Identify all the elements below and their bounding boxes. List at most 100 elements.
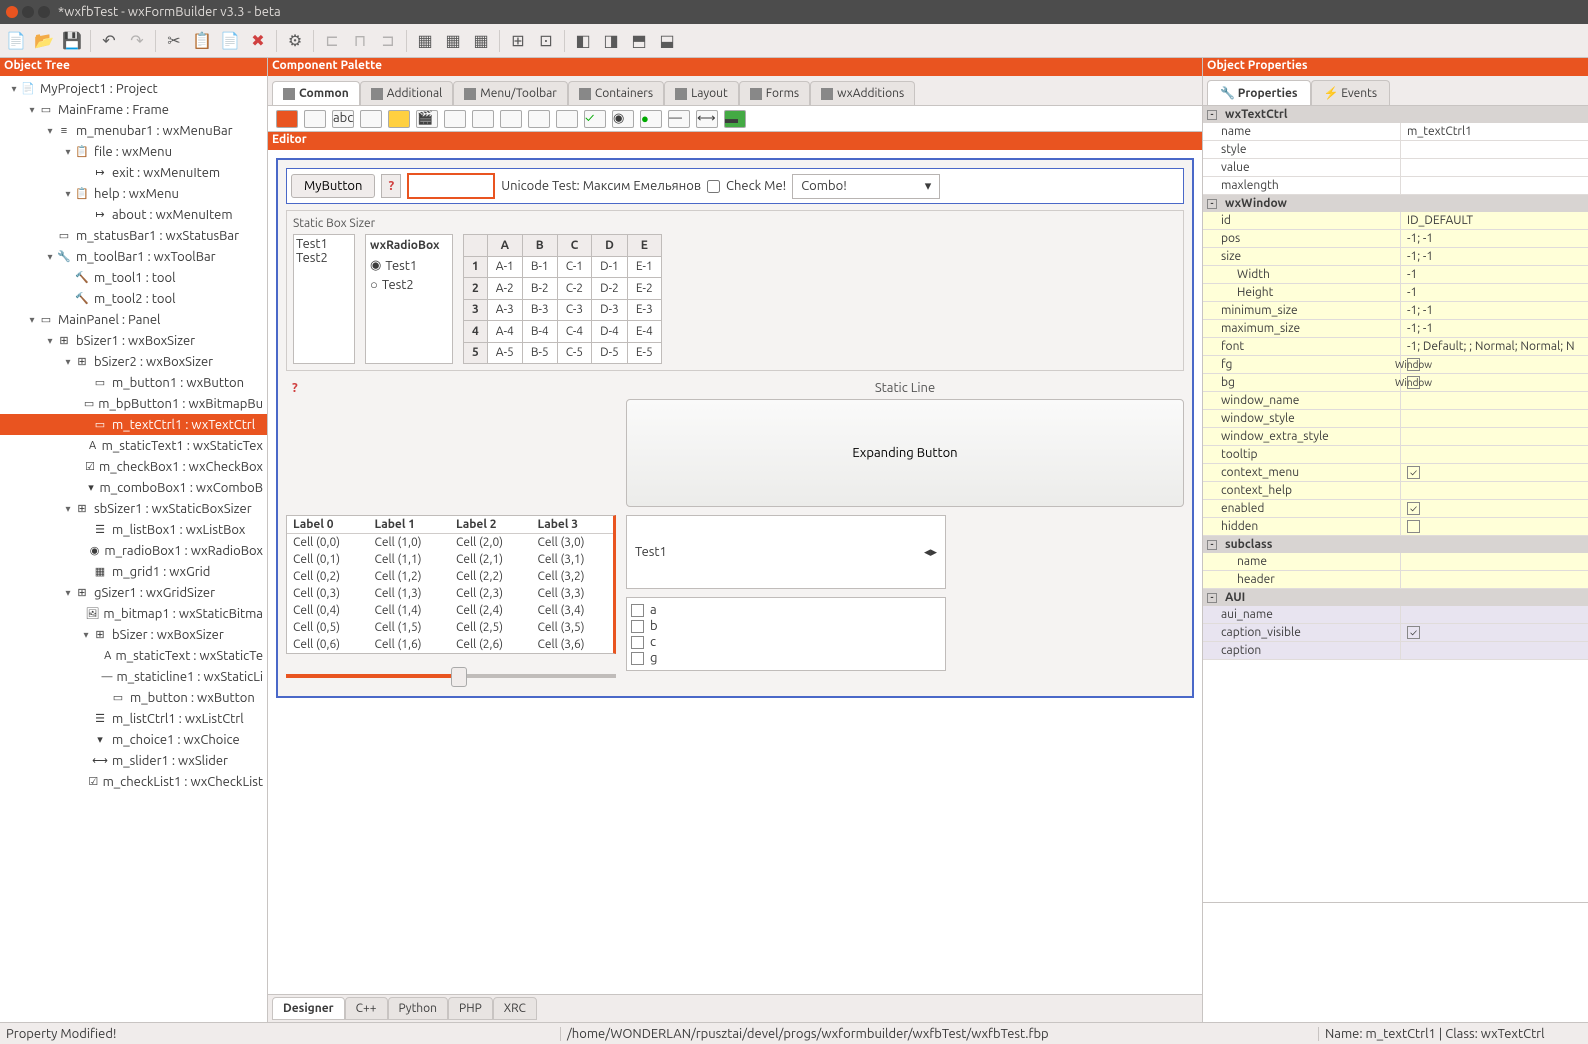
palette-text-icon[interactable]: abc <box>332 110 354 128</box>
undo-icon[interactable]: ↶ <box>97 29 121 53</box>
tree-item[interactable]: ▭m_button1 : wxButton <box>0 372 267 393</box>
editor-tab[interactable]: C++ <box>345 997 388 1020</box>
tree-item[interactable]: ▾⊞bSizer2 : wxBoxSizer <box>0 351 267 372</box>
palette-tab[interactable]: Containers <box>568 81 664 105</box>
tree-item[interactable]: ▦m_grid1 : wxGrid <box>0 561 267 582</box>
palette-tab[interactable]: Forms <box>739 81 810 105</box>
object-tree[interactable]: ▾📄MyProject1 : Project▾▭MainFrame : Fram… <box>0 76 267 1022</box>
tree-item[interactable]: —m_staticline1 : wxStaticLi <box>0 666 267 687</box>
tree-item[interactable]: ▾m_comboBox1 : wxComboB <box>0 477 267 498</box>
tree-item[interactable]: ⟷m_slider1 : wxSlider <box>0 750 267 771</box>
tree-item[interactable]: Am_staticText1 : wxStaticTex <box>0 435 267 456</box>
layout2-icon[interactable]: ▦ <box>441 29 465 53</box>
palette-radiobox-icon[interactable]: ● <box>640 110 662 128</box>
save-file-icon[interactable]: 💾 <box>60 29 84 53</box>
border-left-icon[interactable]: ◧ <box>571 29 595 53</box>
tree-item[interactable]: 🔨m_tool1 : tool <box>0 267 267 288</box>
check-list[interactable]: abcg <box>626 597 946 671</box>
palette-tab[interactable]: Common <box>272 81 360 105</box>
palette-radio-icon[interactable]: ◉ <box>612 110 634 128</box>
radio-box[interactable]: wxRadioBox ◉Test1○Test2 <box>365 234 453 364</box>
tree-item[interactable]: ▾📄MyProject1 : Project <box>0 78 267 99</box>
tree-item[interactable]: ▭m_button : wxButton <box>0 687 267 708</box>
list-box[interactable]: Test1Test2 <box>293 234 355 364</box>
text-ctrl-selected[interactable] <box>407 173 495 199</box>
palette-tab[interactable]: Menu/Toolbar <box>453 81 568 105</box>
layout1-icon[interactable]: ▦ <box>413 29 437 53</box>
editor-tab[interactable]: PHP <box>448 997 493 1020</box>
paste-icon[interactable]: 📄 <box>218 29 242 53</box>
border-bottom-icon[interactable]: ⬓ <box>655 29 679 53</box>
new-file-icon[interactable]: 📄 <box>4 29 28 53</box>
tree-item[interactable]: ▾⊞bSizer1 : wxBoxSizer <box>0 330 267 351</box>
tree-item[interactable]: ↦about : wxMenuItem <box>0 204 267 225</box>
combo-box[interactable]: Combo! ▾ <box>792 174 940 199</box>
redo-icon[interactable]: ↷ <box>125 29 149 53</box>
tree-item[interactable]: ▭m_statusBar1 : wxStatusBar <box>0 225 267 246</box>
tree-item[interactable]: ▭m_bpButton1 : wxBitmapBu <box>0 393 267 414</box>
palette-static-bitmap-icon[interactable] <box>388 110 410 128</box>
palette-bitmap-button-icon[interactable] <box>304 110 326 128</box>
palette-animation-icon[interactable]: 🎬 <box>416 110 438 128</box>
tree-item[interactable]: ☰m_listBox1 : wxListBox <box>0 519 267 540</box>
border-top-icon[interactable]: ⬒ <box>627 29 651 53</box>
tree-item[interactable]: ▾≡m_menubar1 : wxMenuBar <box>0 120 267 141</box>
tree-item[interactable]: ▾⊞bSizer : wxBoxSizer <box>0 624 267 645</box>
palette-listbox-icon[interactable] <box>528 110 550 128</box>
palette-listctrl-icon[interactable] <box>556 110 578 128</box>
tree-item[interactable]: ▾⊞sbSizer1 : wxStaticBoxSizer <box>0 498 267 519</box>
expanding-button[interactable]: Expanding Button <box>626 399 1184 507</box>
maximize-window-icon[interactable] <box>38 6 50 18</box>
palette-slider-icon[interactable]: ⟷ <box>696 110 718 128</box>
tree-item[interactable]: ▾📋file : wxMenu <box>0 141 267 162</box>
stretch-icon[interactable]: ⊡ <box>534 29 558 53</box>
align-center-icon[interactable]: ⊓ <box>348 29 372 53</box>
palette-textctrl-icon[interactable] <box>360 110 382 128</box>
tree-item[interactable]: ▾📋help : wxMenu <box>0 183 267 204</box>
palette-bmpcombo-icon[interactable] <box>472 110 494 128</box>
palette-choice-icon[interactable] <box>500 110 522 128</box>
tree-item[interactable]: ☑m_checkBox1 : wxCheckBox <box>0 456 267 477</box>
close-window-icon[interactable] <box>6 6 18 18</box>
property-grid[interactable]: -wxTextCtrlnamem_textCtrl1stylevaluemaxl… <box>1203 106 1588 902</box>
minimize-window-icon[interactable] <box>22 6 34 18</box>
tree-item[interactable]: ▾▭MainPanel : Panel <box>0 309 267 330</box>
align-right-icon[interactable]: ⊐ <box>376 29 400 53</box>
tree-item[interactable]: ↦exit : wxMenuItem <box>0 162 267 183</box>
list-ctrl[interactable]: Label 0Label 1Label 2Label 3Cell (0,0)Ce… <box>286 515 616 654</box>
palette-combo-icon[interactable] <box>444 110 466 128</box>
question-icon-2[interactable]: ? <box>286 377 304 399</box>
prop-tab[interactable]: ⚡ Events <box>1311 80 1391 105</box>
palette-checkbox-icon[interactable]: ✓ <box>584 110 606 128</box>
editor-tab[interactable]: Python <box>388 997 449 1020</box>
open-file-icon[interactable]: 📂 <box>32 29 56 53</box>
question-icon[interactable]: ? <box>381 174 401 198</box>
palette-tab[interactable]: Additional <box>360 81 454 105</box>
slider[interactable] <box>286 674 616 678</box>
tree-item[interactable]: 🖼m_bitmap1 : wxStaticBitma <box>0 603 267 624</box>
palette-tab[interactable]: Layout <box>664 81 739 105</box>
tree-item[interactable]: ☰m_listCtrl1 : wxListCtrl <box>0 708 267 729</box>
check-me-checkbox[interactable] <box>707 180 720 193</box>
my-button[interactable]: MyButton <box>291 174 375 198</box>
tree-item[interactable]: ▾⊞gSizer1 : wxGridSizer <box>0 582 267 603</box>
tree-item[interactable]: ◉m_radioBox1 : wxRadioBox <box>0 540 267 561</box>
border-right-icon[interactable]: ◨ <box>599 29 623 53</box>
tree-item[interactable]: Am_staticText : wxStaticTe <box>0 645 267 666</box>
tree-item[interactable]: 🔨m_tool2 : tool <box>0 288 267 309</box>
layout3-icon[interactable]: ▦ <box>469 29 493 53</box>
palette-tab[interactable]: wxAdditions <box>810 81 915 105</box>
editor-tab[interactable]: XRC <box>493 997 537 1020</box>
generate-icon[interactable]: ⚙ <box>283 29 307 53</box>
tree-item[interactable]: ▾m_choice1 : wxChoice <box>0 729 267 750</box>
choice[interactable]: Test1 ◂▸ <box>626 515 946 589</box>
editor-tab[interactable]: Designer <box>272 997 345 1020</box>
cut-icon[interactable]: ✂ <box>162 29 186 53</box>
tree-item[interactable]: ▾▭MainFrame : Frame <box>0 99 267 120</box>
palette-gauge-icon[interactable]: ▬ <box>724 110 746 128</box>
delete-icon[interactable]: ✖ <box>246 29 270 53</box>
prop-tab[interactable]: 🔧 Properties <box>1207 80 1311 105</box>
tree-item[interactable]: ▾🔧m_toolBar1 : wxToolBar <box>0 246 267 267</box>
tree-item[interactable]: ☑m_checkList1 : wxCheckList <box>0 771 267 792</box>
tree-item[interactable]: ▭m_textCtrl1 : wxTextCtrl <box>0 414 267 435</box>
